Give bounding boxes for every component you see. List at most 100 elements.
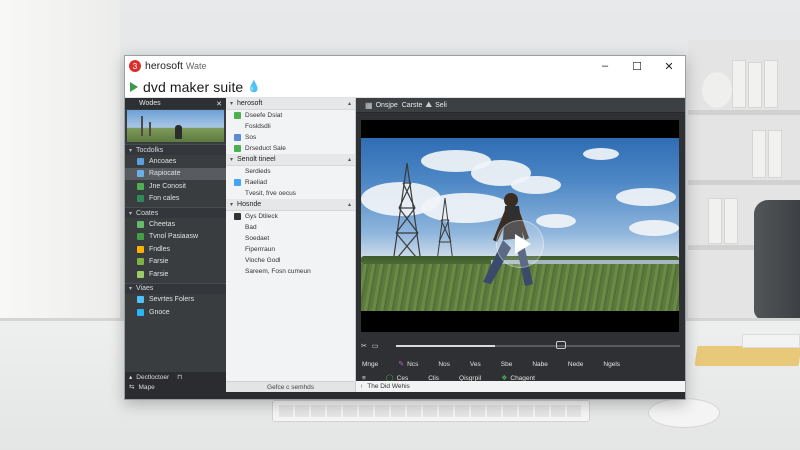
sidebar-item-label: Sevrtes Folers bbox=[149, 296, 195, 304]
sidebar-item[interactable]: Rapiocate bbox=[125, 167, 226, 180]
sidebar-item[interactable]: Jne Conosit bbox=[125, 180, 226, 193]
minimize-button[interactable]: – bbox=[589, 56, 621, 76]
window-controls: – ☐ ✕ bbox=[589, 56, 685, 76]
sidebar-item[interactable]: Tvnol Pasiaasw bbox=[125, 231, 226, 244]
cut-icon[interactable]: ✂ bbox=[361, 342, 367, 350]
seek-marker[interactable] bbox=[556, 341, 566, 349]
preview-toolbar-label-1[interactable]: Onsjpe bbox=[376, 102, 398, 109]
background-notebook bbox=[694, 346, 800, 366]
control-button[interactable]: ✎ Ncs bbox=[398, 360, 428, 369]
close-button[interactable]: ✕ bbox=[653, 56, 685, 76]
left-footer-row-2[interactable]: ⇆ Mape bbox=[125, 382, 226, 392]
left-panel-footer: ▴ Dectloctoer ⊓ ⇆ Mape bbox=[125, 372, 226, 392]
left-footer-label-1: Dectloctoer bbox=[136, 373, 170, 381]
control-label: Nos bbox=[438, 360, 450, 368]
preview-toolbar: ▦ Onsjpe Carste ⛰ Seli bbox=[356, 98, 685, 113]
control-button[interactable]: Nos bbox=[438, 361, 460, 368]
list-item-label: Gys Dtileck bbox=[245, 213, 278, 220]
list-item[interactable]: Soedaet bbox=[226, 233, 355, 244]
list-item[interactable]: Serdieds bbox=[226, 166, 355, 177]
monitor-icon bbox=[234, 213, 241, 220]
list-item[interactable]: Fiperrraun bbox=[226, 244, 355, 255]
left-footer-row-1[interactable]: ▴ Dectloctoer ⊓ bbox=[125, 372, 226, 382]
background-mouse bbox=[648, 398, 720, 428]
video-icon bbox=[137, 157, 144, 165]
grid-icon[interactable]: ▦ bbox=[365, 101, 373, 110]
list-item[interactable]: Dseefe Dsiat bbox=[226, 110, 355, 121]
background-window bbox=[0, 0, 120, 330]
panel-close-icon[interactable]: ✕ bbox=[216, 100, 222, 108]
sidebar-item[interactable]: Sevrtes Folers bbox=[125, 294, 226, 307]
sidebar-item[interactable]: Ancoaes bbox=[125, 155, 226, 168]
list-item[interactable]: Raeliad bbox=[226, 177, 355, 188]
collapse-icon[interactable]: ▴ bbox=[348, 100, 351, 107]
list-item[interactable]: Bad bbox=[226, 222, 355, 233]
sidebar-item[interactable]: Gnoce bbox=[125, 306, 226, 319]
mid-group-header[interactable]: ▾ Senolt tineel ▴ bbox=[226, 154, 355, 166]
mid-group-header[interactable]: ▾ Hosnde ▴ bbox=[226, 199, 355, 211]
list-item-label: Fiperrraun bbox=[245, 246, 275, 253]
list-item-label: Sos bbox=[245, 134, 257, 141]
sidebar-item[interactable]: Farsie bbox=[125, 256, 226, 269]
sidebar-item-label: Rapiocate bbox=[149, 170, 181, 178]
section-header[interactable]: ▾ Tocdolks bbox=[125, 144, 226, 155]
mid-group-label: herosoft bbox=[237, 100, 263, 107]
list-item[interactable]: Fosldsdli bbox=[226, 121, 355, 132]
preview-toolbar-label-3[interactable]: Seli bbox=[435, 102, 447, 109]
control-button[interactable]: Ngels bbox=[603, 361, 630, 368]
background-paper bbox=[742, 334, 800, 348]
tag-icon bbox=[137, 270, 144, 278]
sidebar-item[interactable]: Fndles bbox=[125, 243, 226, 256]
folder-icon bbox=[137, 195, 144, 203]
play-button[interactable] bbox=[496, 220, 544, 268]
preview-toolbar-label-2[interactable]: Carste bbox=[402, 102, 423, 109]
list-item[interactable]: Sos bbox=[226, 132, 355, 143]
frame-icon[interactable]: ▭ bbox=[372, 342, 379, 350]
sidebar-item-label: Fndles bbox=[149, 245, 171, 253]
section-header[interactable]: ▾ Viaes bbox=[125, 282, 226, 294]
mid-group: ▾ Hosnde ▴ Gys Dtileck Bad Soedaet Fiperrraun V… bbox=[226, 199, 355, 277]
collapse-icon[interactable]: ▴ bbox=[348, 156, 351, 163]
sidebar-item[interactable]: Farsie bbox=[125, 268, 226, 281]
app-window: 3 herosoft Wate – ☐ ✕ dvd maker suite 💧 … bbox=[124, 55, 686, 400]
list-item[interactable]: Drseduct Sale bbox=[226, 143, 355, 154]
mountain-icon[interactable]: ⛰ bbox=[425, 100, 432, 110]
caret-down-icon: ▾ bbox=[230, 157, 234, 163]
seek-bar[interactable] bbox=[396, 341, 680, 349]
list-item-label: Tvesit, frve oecus bbox=[245, 190, 296, 197]
section-header[interactable]: ▾ Coates bbox=[125, 207, 226, 218]
sidebar-item[interactable]: Fon cales bbox=[125, 193, 226, 206]
list-item[interactable]: Sareem, Fosn cumeun bbox=[226, 266, 355, 277]
list-item-label: Raeliad bbox=[245, 179, 268, 186]
list-item-label: Soedaet bbox=[245, 235, 270, 242]
control-button[interactable]: Nede bbox=[568, 361, 594, 368]
list-item[interactable]: Vloche Godl bbox=[226, 255, 355, 266]
sidebar-item-label: Farsie bbox=[149, 258, 169, 266]
control-button[interactable]: Nabe bbox=[532, 361, 558, 368]
left-panel: Wodes ✕ ▾ Tocdolks Ancoaes Rapiocate Jne Con… bbox=[125, 98, 226, 392]
list-item[interactable]: Gys Dtileck bbox=[226, 211, 355, 222]
doc-icon bbox=[137, 220, 144, 228]
app-logo-icon bbox=[130, 81, 138, 92]
middle-panel-footer[interactable]: Gefce c semhds bbox=[226, 381, 355, 392]
title-bar: 3 herosoft Wate – ☐ ✕ bbox=[125, 56, 685, 76]
tower-left bbox=[392, 163, 422, 263]
app-header: dvd maker suite 💧 bbox=[125, 76, 685, 98]
caret-down-icon: ▾ bbox=[129, 286, 133, 292]
mid-group-header[interactable]: ▾ herosoft ▴ bbox=[226, 98, 355, 110]
collapse-icon[interactable]: ▴ bbox=[348, 201, 351, 208]
control-button[interactable]: Sbe bbox=[501, 361, 523, 368]
app-name: dvd maker suite bbox=[143, 78, 244, 95]
video-player[interactable] bbox=[361, 120, 679, 332]
caret-down-icon: ▾ bbox=[129, 147, 133, 154]
film-icon bbox=[234, 112, 241, 119]
mid-group-label: Senolt tineel bbox=[237, 156, 276, 163]
control-button[interactable]: Ves bbox=[470, 361, 491, 368]
video-thumbnail[interactable] bbox=[127, 110, 224, 142]
list-item-label: Serdieds bbox=[245, 168, 271, 175]
sidebar-item-label: Tvnol Pasiaasw bbox=[149, 233, 199, 241]
list-item[interactable]: Tvesit, frve oecus bbox=[226, 188, 355, 199]
sidebar-item[interactable]: Cheetas bbox=[125, 218, 226, 231]
maximize-button[interactable]: ☐ bbox=[621, 56, 653, 76]
control-button[interactable]: Mnge bbox=[362, 361, 388, 368]
